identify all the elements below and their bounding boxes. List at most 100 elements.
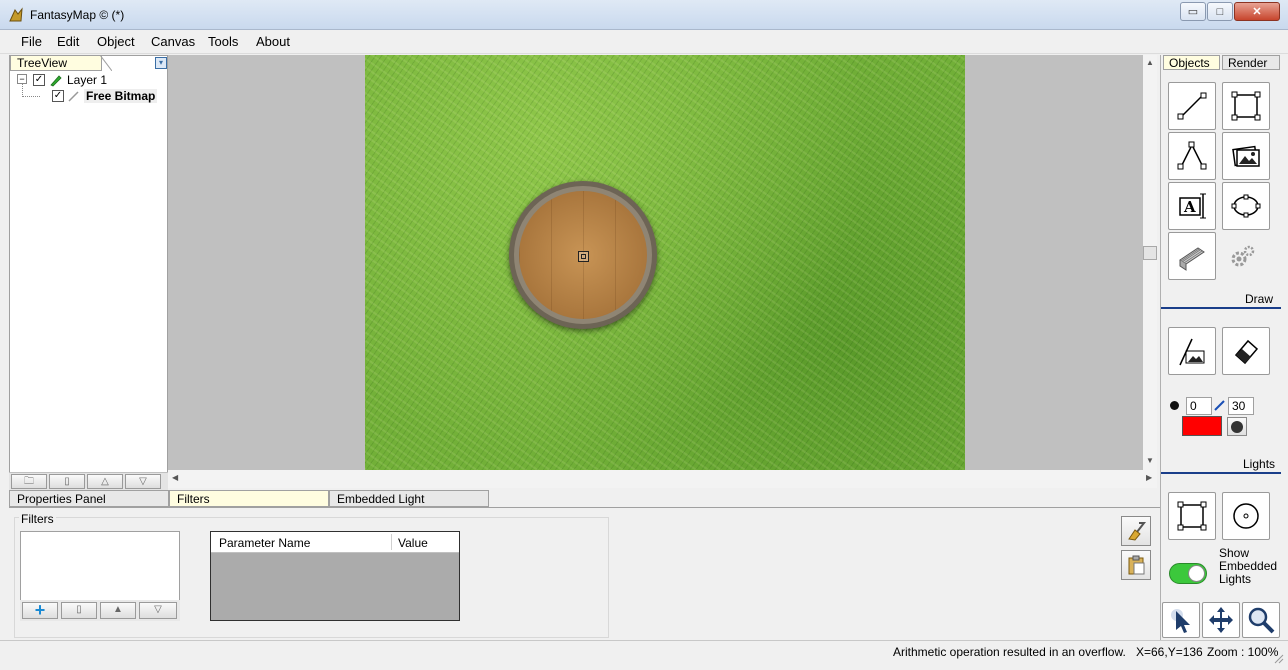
tab-render[interactable]: Render <box>1222 55 1280 70</box>
tab-properties-panel[interactable]: Properties Panel <box>9 490 169 507</box>
draw-polyline-tool[interactable] <box>1168 132 1216 180</box>
clear-filters-button[interactable] <box>1121 516 1151 546</box>
hatch-texture-icon <box>1179 247 1205 271</box>
vertical-scroll-thumb[interactable] <box>1143 246 1157 260</box>
filters-toolbar: + ▯ ▲ ▽ <box>20 600 180 621</box>
draw-ellipse-tool[interactable] <box>1222 182 1270 230</box>
brush-shape-button[interactable] <box>1227 417 1247 436</box>
embedded-lights-label-3: Lights <box>1219 572 1252 586</box>
menu-about[interactable]: About <box>256 34 290 49</box>
brush-pen-icon <box>1213 398 1227 412</box>
close-icon: ✕ <box>1252 6 1262 18</box>
embedded-lights-label-2: Embedded <box>1219 559 1278 573</box>
delete-layer-button[interactable]: ▯ <box>49 474 85 489</box>
close-button[interactable]: ✕ <box>1234 2 1280 21</box>
eraser-tool[interactable] <box>1222 327 1270 375</box>
column-parameter-name[interactable]: Parameter Name <box>219 536 310 550</box>
column-divider <box>391 534 392 550</box>
ellipse-icon <box>1231 194 1261 218</box>
move-up-button[interactable]: △ <box>87 474 123 489</box>
tab-filters[interactable]: Filters <box>169 490 329 507</box>
brush-size-input[interactable]: 0 <box>1186 397 1212 415</box>
maximize-icon: □ <box>1216 5 1224 18</box>
brush-dot-icon <box>1170 401 1179 410</box>
app-icon <box>8 7 24 23</box>
window-title: FantasyMap © (*) <box>30 8 125 22</box>
point-light-tool[interactable] <box>1222 492 1270 540</box>
menu-edit[interactable]: Edit <box>57 34 79 49</box>
delete-filter-button[interactable]: ▯ <box>61 602 97 619</box>
select-tool[interactable] <box>1162 602 1200 638</box>
vertical-scrollbar[interactable] <box>1143 55 1157 470</box>
plus-icon: + <box>34 600 46 620</box>
cursor-icon <box>1171 609 1190 633</box>
add-layer-button[interactable]: 🗀 <box>11 474 47 489</box>
trash-icon: ▯ <box>64 476 70 487</box>
eraser-icon <box>1234 339 1259 365</box>
menu-tools[interactable]: Tools <box>208 34 238 49</box>
pan-tool[interactable] <box>1202 602 1240 638</box>
tree-layer-label[interactable]: Layer 1 <box>67 73 107 87</box>
lights-section-label: Lights <box>1243 457 1276 471</box>
brush-color-swatch[interactable] <box>1182 416 1222 436</box>
tab-embedded-light[interactable]: Embedded Light <box>329 490 489 507</box>
show-embedded-lights-toggle[interactable] <box>1169 563 1207 584</box>
light-area-tool[interactable] <box>1168 492 1216 540</box>
clipboard-icon <box>1128 555 1145 575</box>
arrow-down-icon: ▽ <box>154 604 162 615</box>
add-filter-button[interactable]: + <box>22 600 58 620</box>
tree-toolbar: 🗀 ▯ △ ▽ <box>9 472 168 490</box>
filters-group-title: Filters <box>19 512 56 526</box>
zoom-tool[interactable] <box>1242 602 1280 638</box>
menu-canvas[interactable]: Canvas <box>151 34 195 49</box>
grass-map-canvas[interactable] <box>365 55 965 470</box>
brush-value-input[interactable]: 30 <box>1228 397 1254 415</box>
selection-handle-inner <box>581 254 586 259</box>
minimize-button[interactable]: ▭ <box>1180 2 1206 21</box>
polyline-icon <box>1177 141 1207 170</box>
image-icon <box>1232 145 1260 167</box>
menu-object[interactable]: Object <box>97 34 135 49</box>
move-down-button[interactable]: ▽ <box>125 474 161 489</box>
arrow-up-icon: ▲ <box>113 604 123 615</box>
arrow-down-icon: ▽ <box>139 476 147 487</box>
scroll-up-icon[interactable]: ▲ <box>1146 58 1154 67</box>
tab-objects[interactable]: Objects <box>1163 55 1220 70</box>
magnifier-icon <box>1248 607 1275 634</box>
tab-treeview[interactable]: TreeView <box>10 55 102 71</box>
resize-grip-icon[interactable] <box>1272 652 1284 664</box>
column-value[interactable]: Value <box>398 536 428 550</box>
filter-up-button[interactable]: ▲ <box>100 602 136 619</box>
status-message: Arithmetic operation resulted in an over… <box>893 645 1126 659</box>
title-bar <box>0 0 1288 30</box>
treeview-dropdown-button[interactable]: ▾ <box>155 57 167 69</box>
insert-image-tool[interactable] <box>1222 132 1270 180</box>
move-arrows-icon <box>1209 607 1233 633</box>
menu-file[interactable]: File <box>21 34 42 49</box>
maximize-button[interactable]: □ <box>1207 2 1233 21</box>
pencil-icon <box>49 73 63 87</box>
paint-brush-tool[interactable] <box>1168 327 1216 375</box>
texture-tool[interactable] <box>1168 232 1216 280</box>
draw-section-label: Draw <box>1245 292 1274 306</box>
layer-visible-checkbox[interactable]: ✓ <box>33 74 45 86</box>
text-tool[interactable]: A <box>1168 182 1216 230</box>
scroll-down-icon[interactable]: ▼ <box>1146 456 1154 465</box>
chevron-down-icon: ▾ <box>158 58 163 67</box>
horizontal-scrollbar[interactable] <box>168 470 1157 488</box>
item-visible-checkbox[interactable]: ✓ <box>52 90 64 102</box>
tree-item-label[interactable]: Free Bitmap <box>84 89 158 103</box>
line-icon <box>1177 92 1207 120</box>
draw-line-tool[interactable] <box>1168 82 1216 130</box>
embedded-lights-label-1: Show <box>1219 546 1250 560</box>
paste-filter-button[interactable] <box>1121 550 1151 580</box>
tree-connector-h <box>22 96 40 97</box>
filter-down-button[interactable]: ▽ <box>139 602 177 619</box>
scroll-left-icon[interactable]: ◀ <box>172 473 178 482</box>
draw-rectangle-tool[interactable] <box>1222 82 1270 130</box>
scroll-right-icon[interactable]: ▶ <box>1146 473 1152 482</box>
treeview-panel <box>9 55 168 489</box>
collapse-layer-toggle[interactable]: − <box>17 74 27 84</box>
settings-gears-icon[interactable] <box>1228 243 1256 271</box>
minimize-icon: ▭ <box>1187 6 1199 18</box>
